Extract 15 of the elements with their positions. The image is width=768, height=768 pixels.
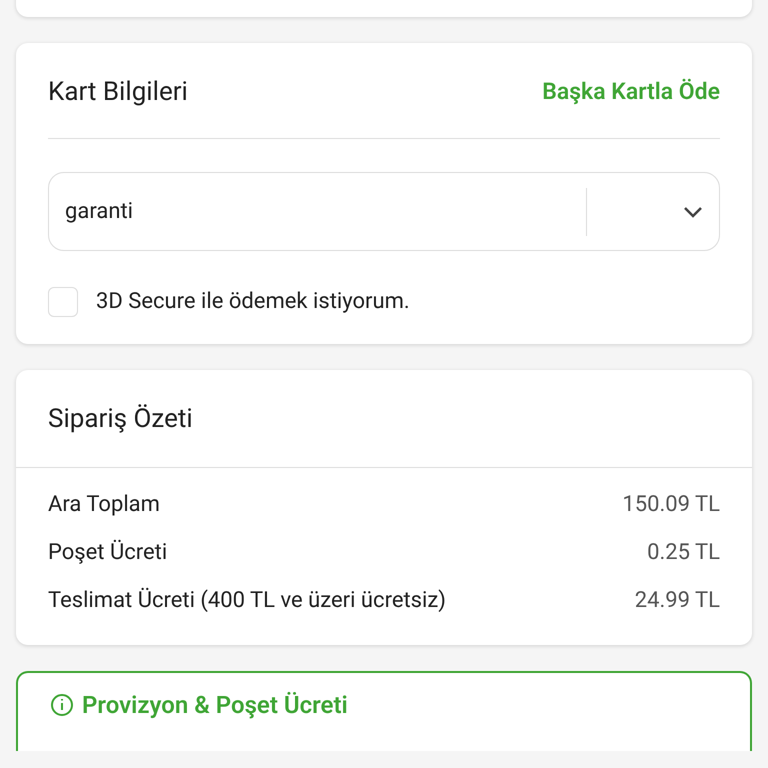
- checkbox[interactable]: [48, 286, 78, 316]
- notice-title: Provizyon & Poşet Ücreti: [82, 690, 348, 721]
- summary-value: 0.25 TL: [647, 539, 720, 567]
- summary-label: Teslimat Ücreti (400 TL ve üzeri ücretsiz): [48, 586, 446, 615]
- summary-value: 150.09 TL: [622, 491, 720, 519]
- summary-label: Ara Toplam: [48, 491, 160, 519]
- summary-label: Poşet Ücreti: [48, 538, 168, 567]
- checkbox-label: 3D Secure ile ödemek istiyorum.: [96, 288, 410, 316]
- section-title: Kart Bilgileri: [48, 76, 188, 109]
- info-icon: [50, 693, 74, 717]
- chevron-down-icon: [683, 206, 703, 218]
- card-select[interactable]: garanti: [48, 172, 720, 251]
- select-value: garanti: [65, 198, 134, 226]
- summary-value: 24.99 TL: [634, 587, 720, 615]
- section-title: Sipariş Özeti: [48, 404, 193, 434]
